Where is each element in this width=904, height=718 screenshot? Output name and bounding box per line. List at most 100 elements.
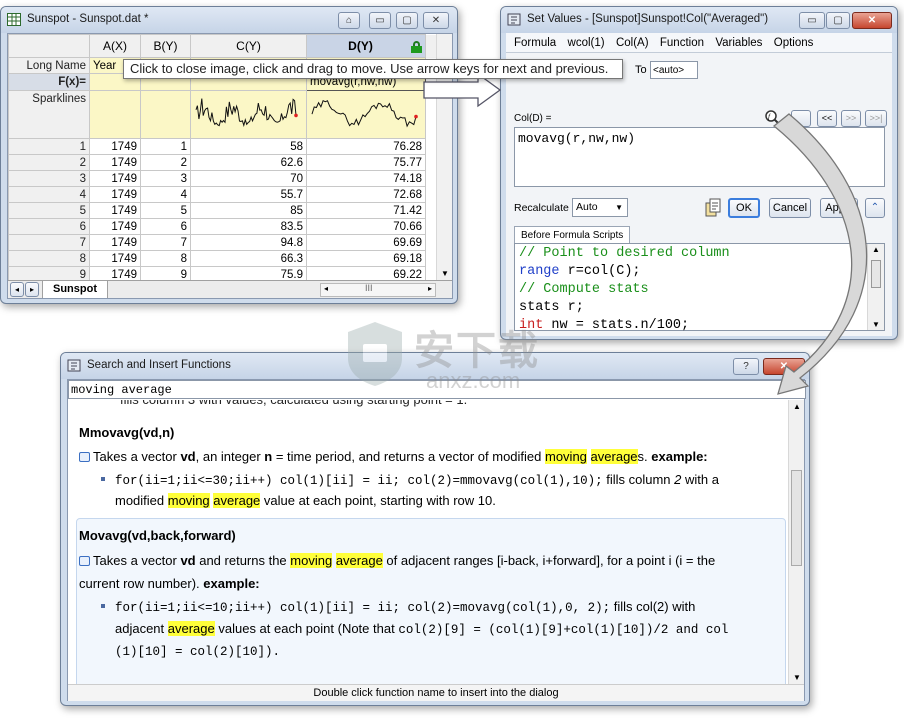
copy-template-icon[interactable]: [704, 198, 722, 217]
cell-b[interactable]: 2: [140, 154, 191, 171]
menu-function[interactable]: Function: [660, 33, 704, 53]
cell-b[interactable]: 3: [140, 170, 191, 187]
worksheet-titlebar[interactable]: Sunspot - Sunspot.dat * ⌂ ▭ ▢ ✕: [1, 7, 457, 33]
menu-variables[interactable]: Variables: [715, 33, 762, 53]
scroll-down-icon[interactable]: ▼: [441, 269, 449, 278]
scroll-right-icon[interactable]: ▸: [428, 284, 432, 293]
cell-a[interactable]: 1749: [89, 202, 141, 219]
cell-b[interactable]: 4: [140, 186, 191, 203]
help-scrollbar[interactable]: ▲ ▼: [788, 400, 804, 684]
set-values-dialog[interactable]: Set Values - [Sunspot]Sunspot!Col("Avera…: [500, 6, 898, 340]
scroll-down-icon[interactable]: ▼: [793, 673, 801, 682]
search-insert-functions-dialog[interactable]: Search and Insert Functions ? ✕ fills co…: [60, 352, 810, 706]
scroll-up-icon[interactable]: ▲: [872, 245, 880, 254]
tab-before-formula-scripts[interactable]: Before Formula Scripts: [514, 226, 631, 244]
maximize-button[interactable]: ▢: [396, 12, 418, 29]
tab-next-button[interactable]: ▸: [25, 282, 39, 297]
row-number[interactable]: 6: [8, 218, 90, 235]
cell-c[interactable]: 55.7: [190, 186, 307, 203]
menu-formula[interactable]: Formula: [514, 33, 556, 53]
set-values-titlebar[interactable]: Set Values - [Sunspot]Sunspot!Col("Avera…: [501, 7, 897, 33]
close-button[interactable]: ✕: [852, 12, 892, 29]
column-header-d[interactable]: D(Y): [306, 34, 426, 58]
link-icon[interactable]: [79, 556, 90, 566]
table-row[interactable]: 7 1749 7 94.8 69.69: [8, 234, 440, 251]
cell-c[interactable]: 62.6: [190, 154, 307, 171]
cell-c[interactable]: 66.3: [190, 250, 307, 267]
row-number[interactable]: 3: [8, 170, 90, 187]
cell-b[interactable]: 8: [140, 250, 191, 267]
sparkline-c[interactable]: [190, 90, 307, 139]
row-number[interactable]: 4: [8, 186, 90, 203]
collapse-button[interactable]: ⌃: [865, 198, 885, 218]
cell-b[interactable]: 7: [140, 234, 191, 251]
ok-button[interactable]: OK: [728, 198, 760, 218]
menu-wcol[interactable]: wcol(1): [568, 33, 605, 53]
row-number[interactable]: 7: [8, 234, 90, 251]
scroll-left-icon[interactable]: ◂: [324, 284, 328, 293]
cell-b[interactable]: 1: [140, 138, 191, 155]
scroll-down-icon[interactable]: ▼: [872, 320, 880, 329]
cell-c[interactable]: 70: [190, 170, 307, 187]
cell-a[interactable]: 1749: [89, 218, 141, 235]
cell-c[interactable]: 85: [190, 202, 307, 219]
sheet-tab-sunspot[interactable]: Sunspot: [42, 281, 108, 298]
function-name-movavg[interactable]: Movavg(vd,back,forward): [79, 525, 236, 546]
sparkline-d[interactable]: [306, 90, 426, 139]
menu-options[interactable]: Options: [774, 33, 814, 53]
link-icon[interactable]: [79, 452, 90, 462]
cell-b[interactable]: 5: [140, 202, 191, 219]
table-row[interactable]: 4 1749 4 55.7 72.68: [8, 186, 440, 203]
cell-a[interactable]: 1749: [89, 154, 141, 171]
row-number[interactable]: 5: [8, 202, 90, 219]
nav-button-blank[interactable]: [791, 110, 811, 127]
cell-d[interactable]: 76.28: [306, 138, 426, 155]
search-function-icon[interactable]: f: [764, 109, 782, 127]
sunspot-worksheet-window[interactable]: Sunspot - Sunspot.dat * ⌂ ▭ ▢ ✕ A(X) B(Y…: [0, 6, 458, 304]
nav-last-button[interactable]: >>|: [865, 110, 887, 127]
cell-d[interactable]: 69.69: [306, 234, 426, 251]
column-header-b[interactable]: B(Y): [140, 34, 191, 58]
cell-d[interactable]: 72.68: [306, 186, 426, 203]
script-editor[interactable]: // Point to desired column range r=col(C)…: [514, 243, 885, 333]
function-name-mmovavg[interactable]: Mmovavg(vd,n): [79, 422, 174, 443]
column-header-c[interactable]: C(Y): [190, 34, 307, 58]
minimize-button[interactable]: ▭: [799, 12, 825, 29]
table-row[interactable]: 1 1749 1 58 76.28: [8, 138, 440, 155]
cell-a[interactable]: 1749: [89, 138, 141, 155]
maximize-button[interactable]: ▢: [826, 12, 850, 29]
apply-button[interactable]: Apply: [820, 198, 858, 218]
scroll-thumb[interactable]: [791, 470, 802, 566]
cell-d[interactable]: 74.18: [306, 170, 426, 187]
close-button[interactable]: ✕: [423, 12, 449, 29]
cell-d[interactable]: 70.66: [306, 218, 426, 235]
scroll-thumb[interactable]: III: [365, 283, 373, 293]
cell-c[interactable]: 94.8: [190, 234, 307, 251]
to-row-field[interactable]: [650, 61, 698, 79]
cell-d[interactable]: 75.77: [306, 154, 426, 171]
formula-editor[interactable]: movavg(r,nw,nw): [514, 127, 885, 187]
scroll-thumb[interactable]: [871, 260, 881, 288]
minimize-button[interactable]: ▭: [369, 12, 391, 29]
image-viewer-tooltip[interactable]: Click to close image, click and drag to …: [123, 59, 623, 79]
horizontal-scrollbar[interactable]: ◂ III ▸: [320, 283, 436, 297]
menu-col-a[interactable]: Col(A): [616, 33, 649, 53]
home-icon[interactable]: ⌂: [338, 12, 360, 29]
cell-c[interactable]: 58: [190, 138, 307, 155]
row-number[interactable]: 8: [8, 250, 90, 267]
cell-a[interactable]: 1749: [89, 170, 141, 187]
column-header-a[interactable]: A(X): [89, 34, 141, 58]
recalculate-select[interactable]: Auto ▼: [572, 198, 628, 217]
row-number[interactable]: 1: [8, 138, 90, 155]
cell-a[interactable]: 1749: [89, 186, 141, 203]
cell-a[interactable]: 1749: [89, 250, 141, 267]
close-button[interactable]: ✕: [763, 358, 805, 375]
table-row[interactable]: 2 1749 2 62.6 75.77: [8, 154, 440, 171]
script-scrollbar[interactable]: ▲ ▼: [867, 244, 884, 330]
scroll-up-icon[interactable]: ▲: [793, 402, 801, 411]
table-row[interactable]: 8 1749 8 66.3 69.18: [8, 250, 440, 267]
cell-d[interactable]: 71.42: [306, 202, 426, 219]
cancel-button[interactable]: Cancel: [769, 198, 811, 218]
tab-prev-button[interactable]: ◂: [10, 282, 24, 297]
help-button[interactable]: ?: [733, 358, 759, 375]
